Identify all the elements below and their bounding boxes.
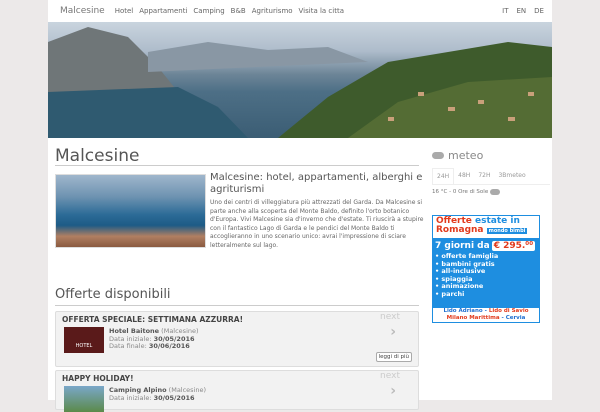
lang-it[interactable]: IT — [502, 7, 508, 15]
ad-place: Lido di Savio — [488, 308, 529, 314]
navbar: Malcesine Hotel Appartamenti Camping B&B… — [48, 0, 552, 22]
tab-3bmeteo[interactable]: 3Bmeteo — [494, 168, 529, 184]
ad-place: Lido Adriano — [443, 308, 483, 314]
meteo-heading: meteo — [432, 149, 483, 162]
advertisement-banner[interactable]: Offerte estate in Romagna mondo bimbi 7 g… — [432, 215, 540, 323]
chevron-right-icon[interactable]: › — [390, 324, 396, 340]
cloud-icon — [490, 189, 501, 195]
section-subtitle: Malcesine: hotel, appartamenti, alberghi… — [210, 172, 423, 195]
offer-card: OFFERTA SPECIALE: SETTIMANA AZZURRA! HOT… — [55, 311, 419, 367]
nav-appartamenti[interactable]: Appartamenti — [139, 7, 187, 15]
end-label: Data finale: — [109, 342, 147, 350]
description-text: Uno dei centri di villeggiatura più attr… — [210, 199, 424, 249]
tab-72h[interactable]: 72H — [474, 168, 494, 184]
page-container: Malcesine Hotel Appartamenti Camping B&B… — [48, 0, 552, 412]
divider — [55, 165, 419, 166]
start-date: 30/05/2016 — [153, 393, 195, 402]
offer-title[interactable]: OFFERTA SPECIALE: SETTIMANA AZZURRA! — [62, 315, 243, 324]
hotel-image-label: HOTEL — [75, 343, 93, 349]
hero-image — [48, 22, 552, 138]
divider — [55, 305, 419, 306]
meteo-tabs: 24H 48H 72H 3Bmeteo — [432, 168, 550, 185]
cloud-icon — [432, 152, 444, 159]
start-label: Data iniziale: — [109, 393, 152, 402]
ad-bullet: • parchi — [435, 289, 465, 298]
next-link[interactable]: next — [380, 312, 400, 322]
nav-agriturismo[interactable]: Agriturismo — [252, 7, 293, 15]
meteo-title: meteo — [448, 149, 484, 162]
hotel-image[interactable]: HOTEL — [64, 327, 104, 353]
tab-48h[interactable]: 48H — [454, 168, 474, 184]
end-date: 30/06/2016 — [148, 342, 190, 350]
next-link[interactable]: next — [380, 371, 400, 381]
ad-text: Romagna — [436, 225, 484, 235]
ad-tag: mondo bimbi — [486, 228, 528, 234]
offer-title[interactable]: HAPPY HOLIDAY! — [62, 374, 134, 383]
lang-en[interactable]: EN — [517, 7, 527, 15]
camping-image[interactable] — [64, 386, 104, 412]
read-more-button[interactable]: leggi di più — [375, 352, 412, 362]
tab-24h[interactable]: 24H — [432, 168, 455, 184]
ad-place: Cervia — [505, 315, 526, 321]
nav-bb[interactable]: B&B — [231, 7, 246, 15]
weather-text: 16 °C - 0 Ore di Sole — [432, 189, 489, 195]
nav-camping[interactable]: Camping — [193, 7, 224, 15]
offer-info: Hotel Baitone (Malcesine) Data iniziale:… — [109, 327, 199, 351]
nav-visita[interactable]: Visita la citta — [299, 7, 344, 15]
lake-landscape-image — [48, 27, 552, 138]
offers-heading: Offerte disponibili — [55, 287, 171, 302]
brand-link[interactable]: Malcesine — [60, 6, 105, 16]
nav-hotel[interactable]: Hotel — [115, 7, 134, 15]
ad-place: Milano Marittima — [446, 315, 500, 321]
malcesine-photo — [55, 174, 206, 248]
ad-price: € 295.⁰⁰ — [491, 241, 536, 251]
ad-days: 7 giorni da — [435, 241, 490, 251]
offer-card: HAPPY HOLIDAY! Camping Alpino (Malcesine… — [55, 370, 419, 412]
chevron-right-icon[interactable]: › — [390, 383, 396, 399]
weather-current: 16 °C - 0 Ore di Sole — [432, 189, 501, 195]
lang-de[interactable]: DE — [534, 7, 544, 15]
page-title: Malcesine — [55, 146, 140, 166]
